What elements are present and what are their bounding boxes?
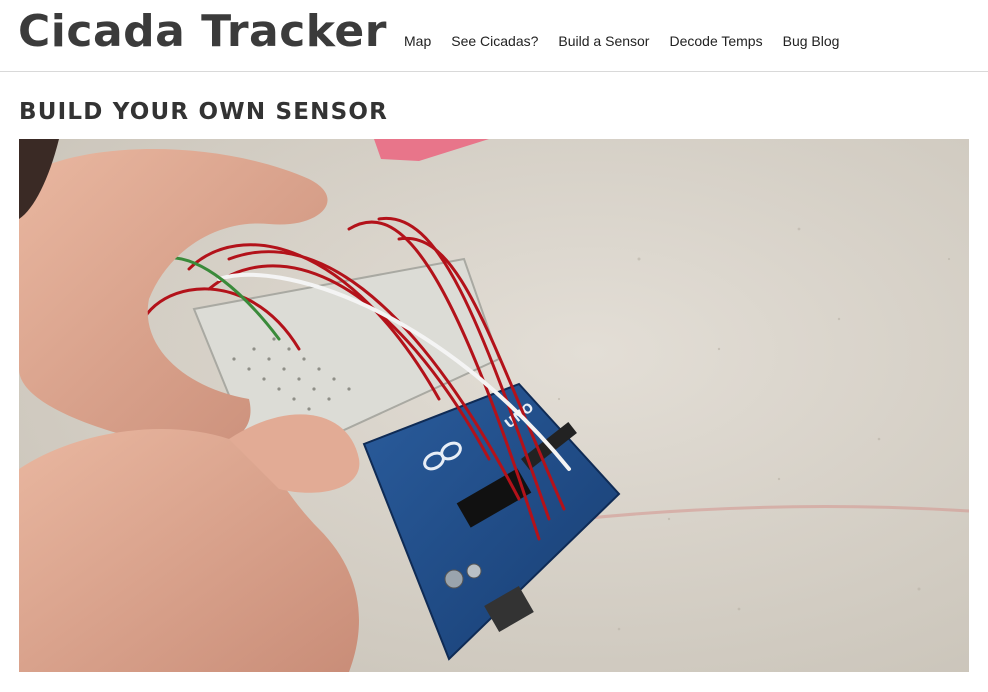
site-title[interactable]: Cicada Tracker bbox=[18, 4, 387, 60]
nav-item-see-cicadas[interactable]: See Cicadas? bbox=[451, 33, 538, 49]
nav-item-map[interactable]: Map bbox=[404, 33, 431, 49]
sensor-build-photo: UNO bbox=[19, 139, 969, 672]
main-nav: Map See Cicadas? Build a Sensor Decode T… bbox=[404, 33, 839, 49]
nav-item-decode-temps[interactable]: Decode Temps bbox=[669, 33, 762, 49]
photo-illustration: UNO bbox=[19, 139, 969, 672]
page-title: BUILD YOUR OWN SENSOR bbox=[19, 99, 389, 126]
nav-item-bug-blog[interactable]: Bug Blog bbox=[783, 33, 840, 49]
site-header: Cicada Tracker Map See Cicadas? Build a … bbox=[0, 0, 988, 72]
nav-item-build-a-sensor[interactable]: Build a Sensor bbox=[558, 33, 649, 49]
